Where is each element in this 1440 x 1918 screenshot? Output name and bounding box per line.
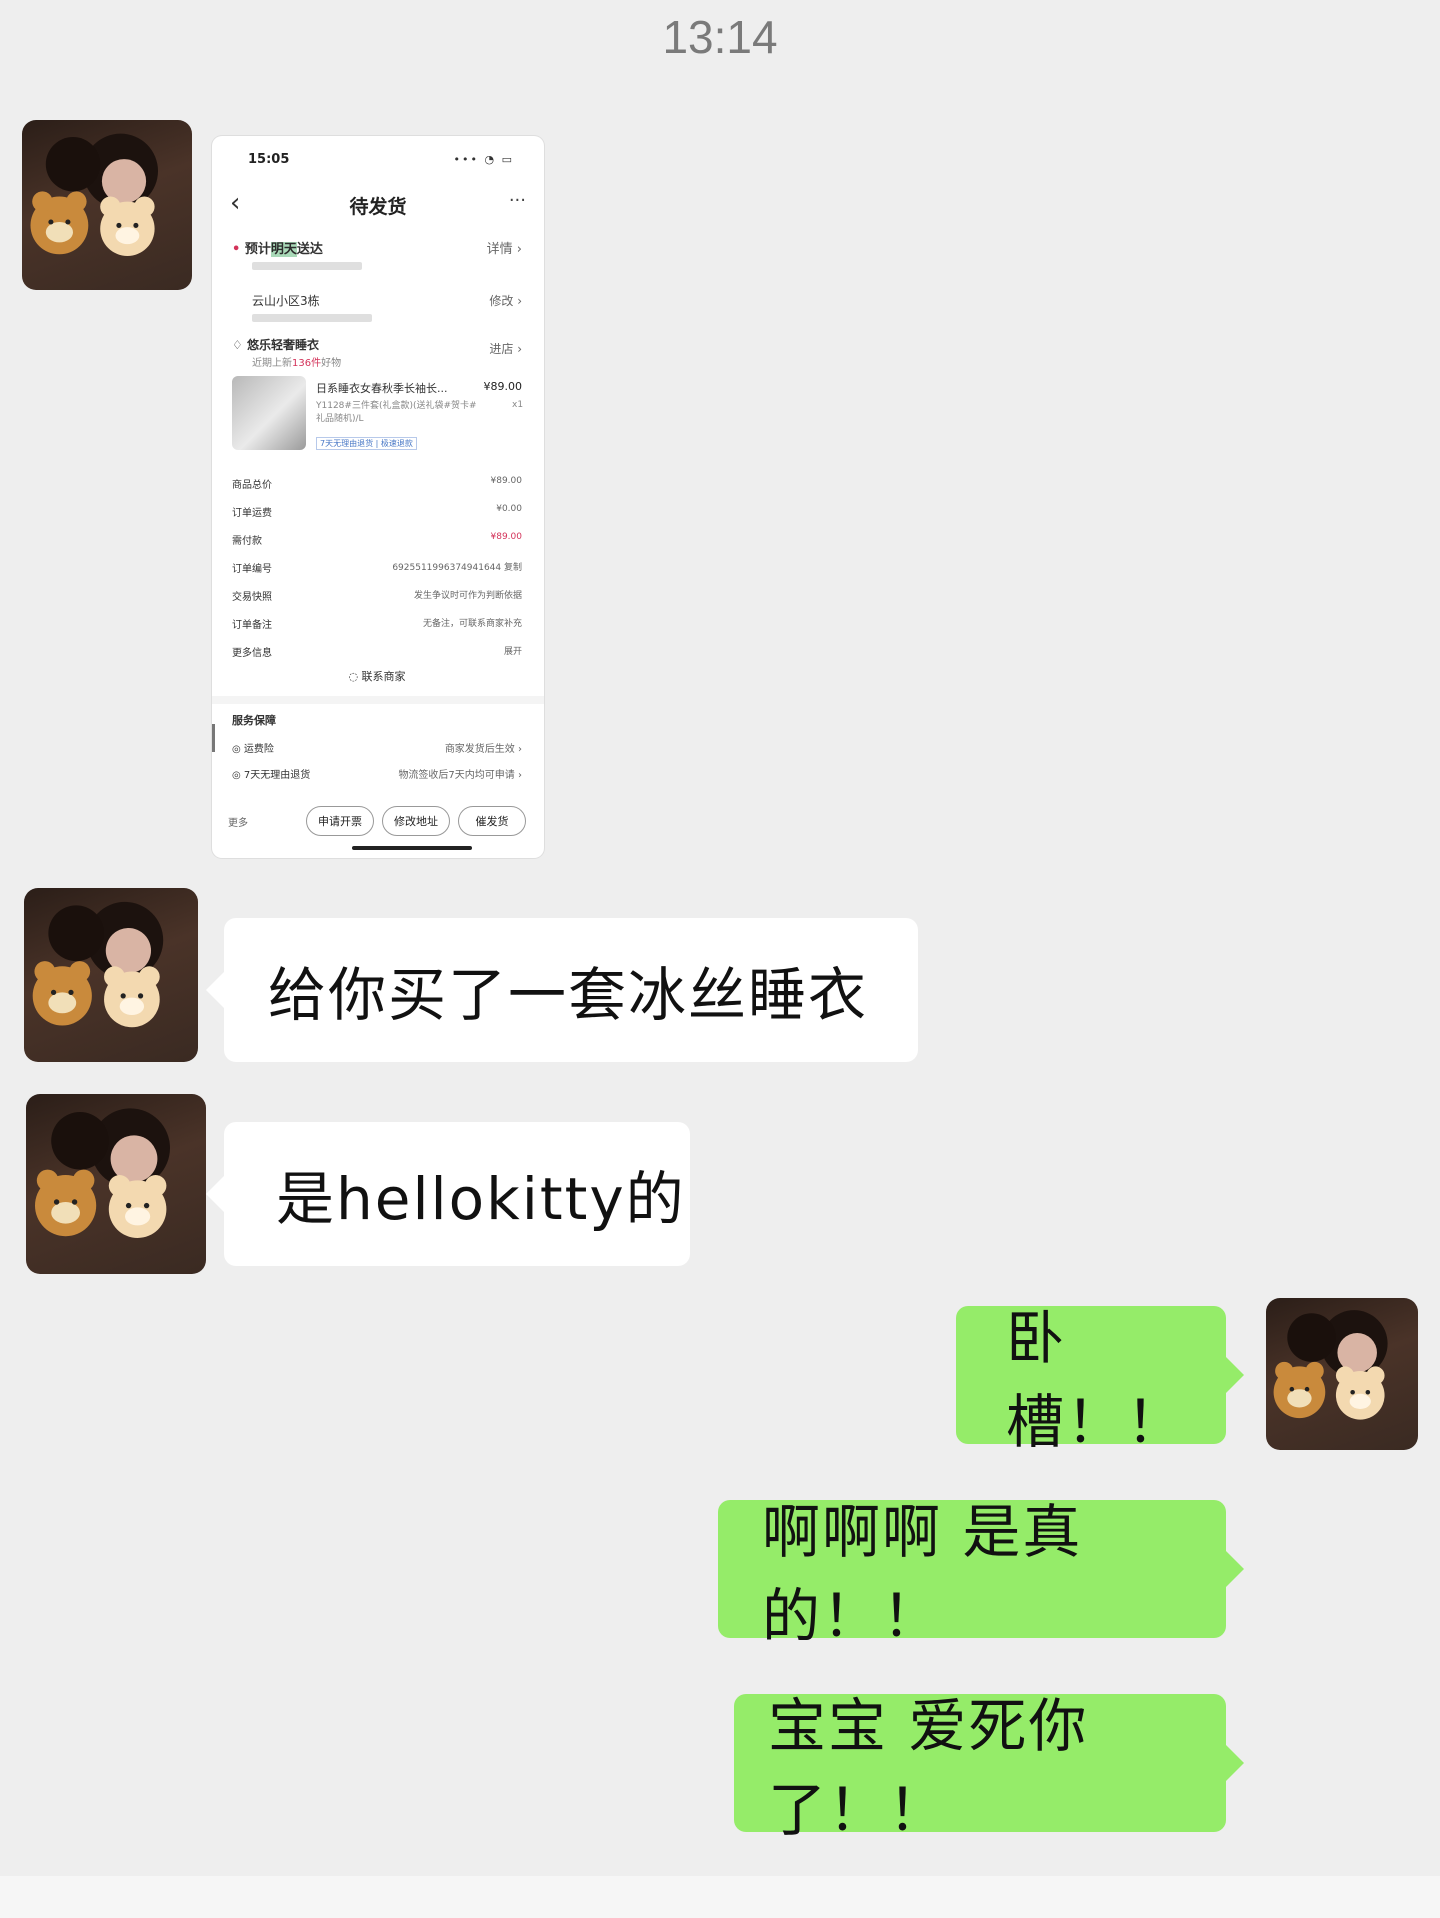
service-value: 物流签收后7天内均可申请 › [398, 770, 522, 781]
product-tags: 7天无理由退货 | 极速退款 [316, 437, 417, 450]
timestamp: 13:14 [662, 11, 778, 63]
message-bubble[interactable]: 宝宝 爱死你了！！ [734, 1692, 1244, 1844]
summary-row: 商品总价 ¥89.00 [232, 476, 522, 491]
avatar-contact[interactable] [24, 888, 198, 1062]
message-bubble[interactable]: 卧槽！！ [956, 1304, 1244, 1456]
shop-sub-prefix: 近期上新 [252, 358, 292, 369]
delivery-sub-blurred [252, 262, 362, 270]
message-text: 给你买了一套冰丝睡衣 [268, 961, 869, 1029]
summary-row: 更多信息 展开 [232, 644, 522, 659]
shop-sub-count: 136件 [292, 358, 322, 369]
edit-address-button: 修改地址 [382, 806, 450, 836]
summary-label: 订单运费 [232, 508, 272, 519]
address-name: 云山小区3栋 [252, 294, 320, 308]
section-divider [212, 696, 544, 704]
message-bubble[interactable]: 啊啊啊 是真的！！ [718, 1498, 1244, 1650]
summary-value: 发生争议时可作为判断依据 [413, 591, 522, 601]
service-title: 服务保障 [232, 714, 276, 727]
order-screenshot-image[interactable]: 15:05 ••• ◔ ▭ ‹ 待发货 ··· • 预计明天送达 详情 › 云山… [212, 136, 544, 858]
service-value-text: 商家发货后生效 [444, 744, 515, 755]
contact-merchant-button: ◌ 联系商家 [232, 668, 522, 684]
product-qty: x1 [512, 400, 524, 410]
shield-check-icon: ◎ [232, 744, 241, 755]
chat-bubble-icon: ◌ [348, 670, 359, 683]
product-title-row: 日系睡衣女春秋季长袖长... ¥89.00 [316, 380, 522, 396]
summary-row: 订单运费 ¥0.00 [232, 504, 522, 519]
product-thumbnail [232, 376, 306, 450]
bottom-strip [0, 1876, 1440, 1918]
shop-row: ♢ 悠乐轻奢睡衣 进店 › [232, 336, 522, 356]
home-indicator [352, 846, 472, 850]
shield-check-icon: ◎ [232, 770, 241, 781]
service-row-return: ◎ 7天无理由退货 物流签收后7天内均可申请 › [232, 766, 522, 781]
service-value-text: 物流签收后7天内均可申请 [398, 770, 515, 781]
summary-row: 交易快照 发生争议时可作为判断依据 [232, 588, 522, 603]
avatar-photo-icon [32, 901, 164, 1028]
summary-label: 交易快照 [232, 592, 272, 603]
summary-value: ¥89.00 [490, 476, 523, 486]
summary-row: 需付款 ¥89.00 [232, 532, 522, 547]
message-bubble[interactable]: 给你买了一套冰丝睡衣 [206, 918, 918, 1062]
message-bubble[interactable]: 是hellokitty的 [206, 1122, 690, 1266]
summary-row: 订单备注 无备注，可联系商家补充 [232, 616, 522, 631]
delivery-prefix: 预计 [244, 242, 271, 257]
address-edit-link: 修改 › [489, 294, 522, 308]
shop-subtitle: 近期上新136件好物 [252, 354, 522, 369]
delivery-detail-label: 详情 [486, 242, 513, 257]
avatar-self[interactable] [1266, 1298, 1418, 1450]
avatar-photo-icon [30, 133, 158, 256]
address-row: 云山小区3栋 修改 › [252, 292, 522, 309]
delivery-estimate: • 预计明天送达 详情 › [232, 238, 522, 257]
invoice-button: 申请开票 [306, 806, 374, 836]
delivery-suffix: 送达 [296, 242, 323, 257]
address-edit-label: 修改 [489, 294, 514, 308]
location-dot-icon: • [232, 242, 241, 257]
product-spec: Y1128#三件套(礼盒款)(送礼袋#贺卡#礼品随机)/L [316, 401, 477, 424]
urge-shipping-button: 催发货 [458, 806, 526, 836]
shop-name: 悠乐轻奢睡衣 [246, 338, 319, 352]
delivery-detail-link: 详情 › [486, 242, 522, 257]
service-value: 商家发货后生效 › [444, 744, 522, 755]
message-text: 宝宝 爱死你了！！ [768, 1692, 1089, 1844]
summary-value: 无备注，可联系商家补充 [422, 619, 522, 629]
service-label: 7天无理由退货 [243, 770, 311, 781]
summary-label: 商品总价 [232, 480, 272, 491]
summary-value: ¥0.00 [496, 504, 522, 514]
message-text: 啊啊啊 是真的！！ [762, 1498, 1083, 1650]
address-phone-blurred [252, 314, 372, 322]
message-text: 是hellokitty的 [276, 1165, 686, 1233]
summary-label: 订单编号 [232, 564, 272, 575]
message-text: 卧槽！！ [1006, 1304, 1187, 1456]
product-price: ¥89.00 [483, 380, 523, 393]
embedded-status-time: 15:05 [248, 152, 290, 167]
avatar-contact[interactable] [26, 1094, 206, 1274]
embedded-status-icons: ••• ◔ ▭ [453, 153, 514, 166]
avatar-photo-icon [35, 1108, 170, 1238]
service-row-shipping-insurance: ◎ 运费险 商家发货后生效 › [232, 740, 522, 755]
shop-icon: ♢ [232, 338, 243, 352]
embedded-nav-bar: ‹ 待发货 ··· [212, 186, 544, 226]
summary-row: 订单编号 6925511996374941644 复制 [232, 560, 522, 575]
summary-value: ¥89.00 [490, 532, 523, 542]
summary-label: 需付款 [232, 536, 262, 547]
summary-label: 更多信息 [232, 648, 272, 659]
avatar-photo-icon [1273, 1310, 1388, 1420]
scroll-indicator [212, 724, 215, 752]
embedded-page-title: 待发货 [349, 196, 407, 218]
service-label: 运费险 [243, 744, 274, 755]
summary-value: 6925511996374941644 复制 [392, 563, 522, 573]
product-tags-row: 7天无理由退货 | 极速退款 [316, 436, 522, 450]
contact-merchant-label: 联系商家 [361, 670, 406, 683]
summary-value: 展开 [503, 647, 522, 657]
summary-label: 订单备注 [232, 620, 272, 631]
avatar-contact[interactable] [22, 120, 192, 290]
shop-sub-suffix: 好物 [321, 358, 342, 369]
ellipsis-icon: ··· [508, 190, 526, 211]
delivery-highlight: 明天 [270, 242, 297, 257]
product-title: 日系睡衣女春秋季长袖长... [316, 382, 448, 395]
